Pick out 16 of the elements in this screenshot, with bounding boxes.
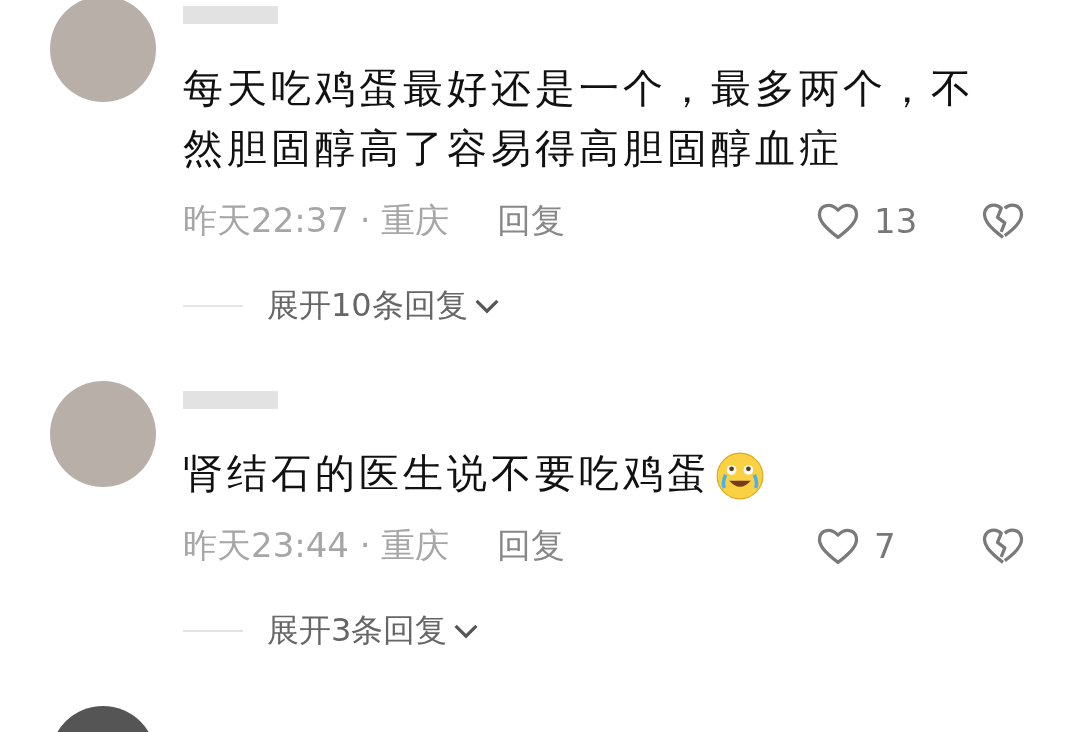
heart-icon[interactable] (816, 201, 860, 241)
broken-heart-icon[interactable] (981, 201, 1025, 241)
time-location: 昨天23:44 · 重庆 (183, 524, 450, 567)
like-count: 13 (874, 201, 919, 241)
chevron-down-icon (453, 623, 480, 639)
time-location: 昨天22:37 · 重庆 (183, 199, 450, 242)
comment-text: 每天吃鸡蛋最好还是一个，最多两个，不然胆固醇高了容易得高胆固醇血症 (183, 64, 976, 173)
heart-icon[interactable] (816, 526, 860, 566)
reply-button[interactable]: 回复 (497, 523, 566, 569)
expand-replies-button[interactable]: 展开3条回复 (267, 609, 480, 653)
expand-replies-button[interactable]: 展开10条回复 (267, 284, 500, 328)
comment-text: 肾结石的医生说不要吃鸡蛋 (183, 443, 1013, 503)
reply-button[interactable]: 回复 (497, 198, 566, 244)
chevron-down-icon (473, 298, 500, 314)
like-count: 7 (874, 526, 897, 566)
broken-heart-icon[interactable] (981, 526, 1025, 566)
